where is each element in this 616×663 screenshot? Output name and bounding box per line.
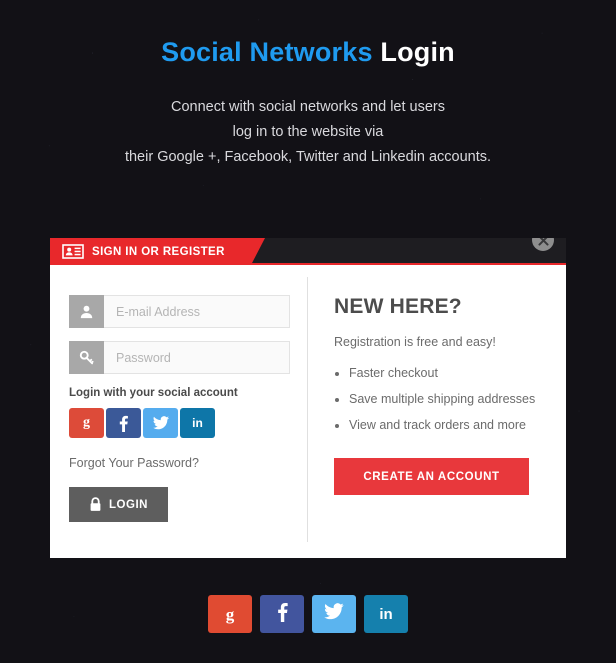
bottom-social-button-linkedin[interactable]: in: [364, 595, 408, 633]
social-login-buttons: g in: [69, 408, 289, 438]
bottom-social-button-facebook[interactable]: [260, 595, 304, 633]
close-icon[interactable]: [532, 238, 554, 251]
social-login-label: Login with your social account: [69, 387, 238, 399]
page-description-line-1: Connect with social networks and let use…: [170, 99, 446, 116]
bottom-social-buttons: g in: [0, 595, 616, 633]
benefit-list: Faster checkout Save multiple shipping a…: [334, 366, 546, 432]
page-title-accent: Social Networks: [161, 37, 373, 67]
id-card-icon: [62, 244, 84, 259]
new-here-title: NEW HERE?: [334, 295, 462, 318]
create-account-button[interactable]: CREATE AN ACCOUNT: [334, 458, 529, 495]
password-input[interactable]: [104, 341, 290, 374]
new-here-subtitle: Registration is free and easy!: [334, 335, 496, 349]
sign-in-or-register-label: SIGN IN OR REGISTER: [92, 245, 225, 258]
lock-icon: [89, 497, 102, 512]
page-title: Social Networks Login: [0, 0, 616, 68]
sign-in-or-register-tab[interactable]: SIGN IN OR REGISTER: [50, 238, 265, 265]
password-field-group: [69, 341, 290, 374]
login-card-header: SIGN IN OR REGISTER: [50, 238, 566, 265]
list-item: Save multiple shipping addresses: [334, 392, 546, 406]
facebook-icon: [277, 602, 288, 627]
social-button-facebook[interactable]: [106, 408, 141, 438]
google-plus-icon: g: [225, 604, 235, 624]
list-item: View and track orders and more: [334, 418, 546, 432]
twitter-icon: [152, 416, 169, 430]
column-divider: [307, 277, 308, 542]
linkedin-icon: in: [379, 605, 393, 623]
key-icon: [69, 341, 104, 374]
page-title-plain: Login: [380, 37, 455, 67]
new-here-column: NEW HERE? Registration is free and easy!…: [307, 295, 566, 558]
social-button-linkedin[interactable]: in: [180, 408, 215, 438]
page-description: Connect with social networks and let use…: [0, 95, 616, 170]
login-button-label: LOGIN: [109, 498, 148, 511]
social-button-google-plus[interactable]: g: [69, 408, 104, 438]
list-item: Faster checkout: [334, 366, 546, 380]
social-button-twitter[interactable]: [143, 408, 178, 438]
linkedin-icon: in: [192, 416, 203, 430]
email-field-group: [69, 295, 290, 328]
bottom-social-button-twitter[interactable]: [312, 595, 356, 633]
page-root: Social Networks Login Connect with socia…: [0, 0, 616, 663]
google-plus-icon: g: [83, 415, 90, 430]
login-card-body: Login with your social account g: [50, 265, 566, 558]
bottom-social-button-google-plus[interactable]: g: [208, 595, 252, 633]
login-button[interactable]: LOGIN: [69, 487, 168, 522]
login-card: SIGN IN OR REGISTER E-mail Address Login…: [50, 238, 566, 558]
user-icon: [69, 295, 104, 328]
email-input[interactable]: [104, 295, 290, 328]
page-description-line-3: their Google +, Facebook, Twitter and Li…: [124, 149, 492, 166]
forgot-password-link[interactable]: Forgot Your Password?: [69, 456, 289, 470]
twitter-icon: [324, 603, 344, 625]
page-description-line-2: log in to the website via: [232, 124, 384, 141]
sign-in-column: Login with your social account g: [50, 295, 307, 558]
facebook-icon: [119, 415, 128, 432]
